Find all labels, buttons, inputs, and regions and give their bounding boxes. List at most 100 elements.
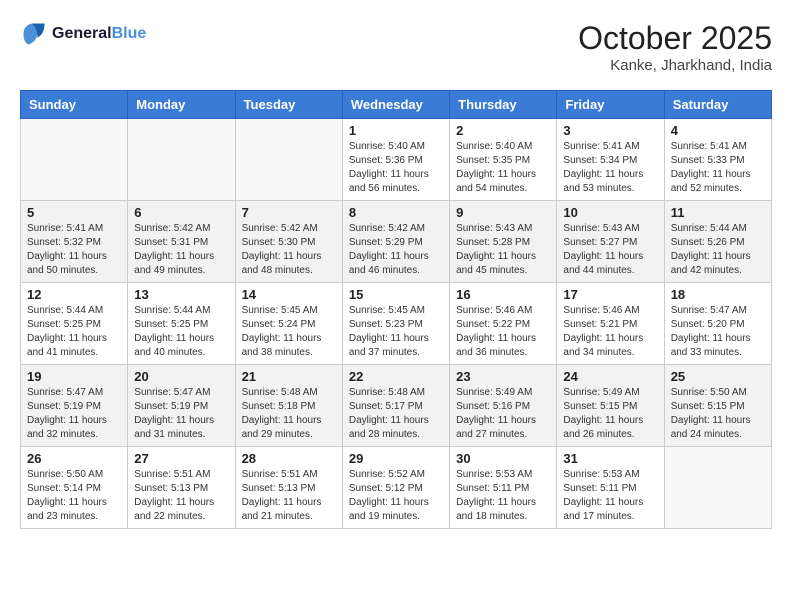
day-info: Sunrise: 5:42 AM Sunset: 5:30 PM Dayligh… [242,222,336,278]
calendar-cell: 19 Sunrise: 5:47 AM Sunset: 5:19 PM Dayli… [21,365,128,447]
day-number: 14 [242,287,336,302]
weekday-header: Wednesday [342,91,449,119]
day-number: 1 [349,123,443,138]
day-number: 26 [27,451,121,466]
calendar-week-row: 5 Sunrise: 5:41 AM Sunset: 5:32 PM Daylig… [21,201,772,283]
day-number: 12 [27,287,121,302]
day-info: Sunrise: 5:47 AM Sunset: 5:19 PM Dayligh… [27,386,121,442]
calendar-cell: 20 Sunrise: 5:47 AM Sunset: 5:19 PM Dayli… [128,365,235,447]
day-number: 20 [134,369,228,384]
day-info: Sunrise: 5:41 AM Sunset: 5:34 PM Dayligh… [563,140,657,196]
weekday-header: Sunday [21,91,128,119]
weekday-header: Monday [128,91,235,119]
day-number: 16 [456,287,550,302]
month-title: October 2025 [578,20,772,57]
calendar-header-row: SundayMondayTuesdayWednesdayThursdayFrid… [21,91,772,119]
calendar-cell: 21Sunrise: 5:48 AM Sunset: 5:18 PM Dayli… [235,365,342,447]
calendar-cell: 30 Sunrise: 5:53 AM Sunset: 5:11 PM Dayli… [450,447,557,529]
calendar-cell [664,447,771,529]
day-info: Sunrise: 5:50 AM Sunset: 5:15 PM Dayligh… [671,386,765,442]
calendar-cell: 12 Sunrise: 5:44 AM Sunset: 5:25 PM Dayli… [21,283,128,365]
day-number: 4 [671,123,765,138]
calendar-cell: 2Sunrise: 5:40 AM Sunset: 5:35 PM Daylig… [450,119,557,201]
day-number: 18 [671,287,765,302]
day-number: 8 [349,205,443,220]
day-number: 30 [456,451,550,466]
calendar-cell: 4 Sunrise: 5:41 AM Sunset: 5:33 PM Daylig… [664,119,771,201]
logo-text: GeneralBlue [52,25,146,43]
calendar-cell: 7Sunrise: 5:42 AM Sunset: 5:30 PM Daylig… [235,201,342,283]
calendar-cell: 6Sunrise: 5:42 AM Sunset: 5:31 PM Daylig… [128,201,235,283]
day-number: 25 [671,369,765,384]
calendar-cell: 23 Sunrise: 5:49 AM Sunset: 5:16 PM Dayli… [450,365,557,447]
day-number: 23 [456,369,550,384]
weekday-header: Saturday [664,91,771,119]
calendar-cell [235,119,342,201]
day-info: Sunrise: 5:52 AM Sunset: 5:12 PM Dayligh… [349,468,443,524]
day-info: Sunrise: 5:53 AM Sunset: 5:11 PM Dayligh… [456,468,550,524]
calendar-cell: 29Sunrise: 5:52 AM Sunset: 5:12 PM Dayli… [342,447,449,529]
day-number: 22 [349,369,443,384]
day-info: Sunrise: 5:53 AM Sunset: 5:11 PM Dayligh… [563,468,657,524]
day-number: 3 [563,123,657,138]
day-info: Sunrise: 5:42 AM Sunset: 5:29 PM Dayligh… [349,222,443,278]
day-info: Sunrise: 5:50 AM Sunset: 5:14 PM Dayligh… [27,468,121,524]
day-info: Sunrise: 5:46 AM Sunset: 5:22 PM Dayligh… [456,304,550,360]
day-number: 21 [242,369,336,384]
day-number: 5 [27,205,121,220]
calendar-week-row: 1Sunrise: 5:40 AM Sunset: 5:36 PM Daylig… [21,119,772,201]
calendar-week-row: 12 Sunrise: 5:44 AM Sunset: 5:25 PM Dayli… [21,283,772,365]
weekday-header: Tuesday [235,91,342,119]
day-info: Sunrise: 5:51 AM Sunset: 5:13 PM Dayligh… [134,468,228,524]
day-info: Sunrise: 5:44 AM Sunset: 5:25 PM Dayligh… [134,304,228,360]
calendar-cell: 16 Sunrise: 5:46 AM Sunset: 5:22 PM Dayli… [450,283,557,365]
day-number: 19 [27,369,121,384]
calendar-cell: 26 Sunrise: 5:50 AM Sunset: 5:14 PM Dayli… [21,447,128,529]
calendar-cell: 11Sunrise: 5:44 AM Sunset: 5:26 PM Dayli… [664,201,771,283]
calendar-cell: 10Sunrise: 5:43 AM Sunset: 5:27 PM Dayli… [557,201,664,283]
day-info: Sunrise: 5:48 AM Sunset: 5:17 PM Dayligh… [349,386,443,442]
logo: GeneralBlue [20,20,146,48]
day-info: Sunrise: 5:51 AM Sunset: 5:13 PM Dayligh… [242,468,336,524]
calendar-cell: 9 Sunrise: 5:43 AM Sunset: 5:28 PM Daylig… [450,201,557,283]
day-info: Sunrise: 5:47 AM Sunset: 5:19 PM Dayligh… [134,386,228,442]
day-number: 31 [563,451,657,466]
day-number: 24 [563,369,657,384]
day-info: Sunrise: 5:47 AM Sunset: 5:20 PM Dayligh… [671,304,765,360]
day-info: Sunrise: 5:41 AM Sunset: 5:33 PM Dayligh… [671,140,765,196]
weekday-header: Thursday [450,91,557,119]
location: Kanke, Jharkhand, India [578,57,772,74]
day-number: 17 [563,287,657,302]
day-info: Sunrise: 5:43 AM Sunset: 5:28 PM Dayligh… [456,222,550,278]
calendar-cell: 5 Sunrise: 5:41 AM Sunset: 5:32 PM Daylig… [21,201,128,283]
calendar-cell: 25 Sunrise: 5:50 AM Sunset: 5:15 PM Dayli… [664,365,771,447]
calendar-week-row: 19 Sunrise: 5:47 AM Sunset: 5:19 PM Dayli… [21,365,772,447]
page-header: GeneralBlue October 2025 Kanke, Jharkhan… [20,20,772,74]
calendar-cell [128,119,235,201]
day-number: 28 [242,451,336,466]
day-number: 9 [456,205,550,220]
title-block: October 2025 Kanke, Jharkhand, India [578,20,772,74]
calendar-cell: 3 Sunrise: 5:41 AM Sunset: 5:34 PM Daylig… [557,119,664,201]
day-info: Sunrise: 5:49 AM Sunset: 5:15 PM Dayligh… [563,386,657,442]
calendar-cell: 15Sunrise: 5:45 AM Sunset: 5:23 PM Dayli… [342,283,449,365]
calendar-cell: 31 Sunrise: 5:53 AM Sunset: 5:11 PM Dayli… [557,447,664,529]
calendar-cell: 8 Sunrise: 5:42 AM Sunset: 5:29 PM Daylig… [342,201,449,283]
calendar-cell: 24 Sunrise: 5:49 AM Sunset: 5:15 PM Dayli… [557,365,664,447]
calendar: SundayMondayTuesdayWednesdayThursdayFrid… [20,90,772,529]
calendar-cell: 1Sunrise: 5:40 AM Sunset: 5:36 PM Daylig… [342,119,449,201]
day-info: Sunrise: 5:46 AM Sunset: 5:21 PM Dayligh… [563,304,657,360]
day-info: Sunrise: 5:41 AM Sunset: 5:32 PM Dayligh… [27,222,121,278]
calendar-cell: 17 Sunrise: 5:46 AM Sunset: 5:21 PM Dayli… [557,283,664,365]
day-info: Sunrise: 5:44 AM Sunset: 5:25 PM Dayligh… [27,304,121,360]
day-number: 6 [134,205,228,220]
day-number: 27 [134,451,228,466]
calendar-cell: 22 Sunrise: 5:48 AM Sunset: 5:17 PM Dayli… [342,365,449,447]
day-number: 13 [134,287,228,302]
calendar-cell: 14 Sunrise: 5:45 AM Sunset: 5:24 PM Dayli… [235,283,342,365]
calendar-cell: 13 Sunrise: 5:44 AM Sunset: 5:25 PM Dayli… [128,283,235,365]
day-info: Sunrise: 5:44 AM Sunset: 5:26 PM Dayligh… [671,222,765,278]
day-info: Sunrise: 5:49 AM Sunset: 5:16 PM Dayligh… [456,386,550,442]
day-info: Sunrise: 5:43 AM Sunset: 5:27 PM Dayligh… [563,222,657,278]
day-info: Sunrise: 5:45 AM Sunset: 5:24 PM Dayligh… [242,304,336,360]
